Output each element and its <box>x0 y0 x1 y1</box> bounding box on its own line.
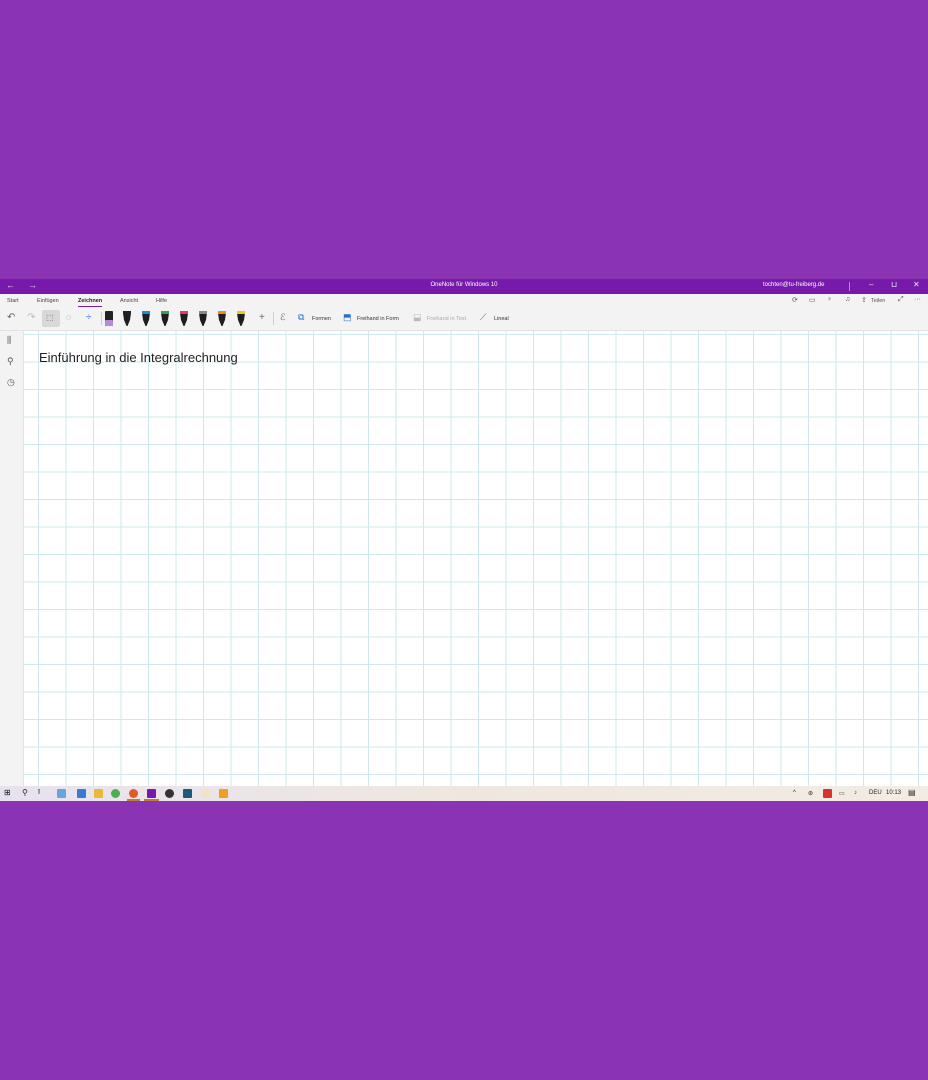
undo-icon[interactable]: ↶ <box>7 312 15 323</box>
pen-orange-icon[interactable] <box>218 311 226 326</box>
app-orange-icon[interactable] <box>219 789 228 798</box>
lightbulb-icon[interactable]: ♀ <box>827 296 832 303</box>
toolbar-divider <box>273 312 274 325</box>
ruler-button[interactable]: Lineal <box>494 316 509 322</box>
share-button[interactable]: Teilen <box>871 298 885 304</box>
page-canvas[interactable]: Einführung in die Integralrechnung <box>24 331 928 786</box>
ink-to-shape-button[interactable]: Freihand in Form <box>357 316 399 322</box>
close-button[interactable]: ✕ <box>913 280 920 289</box>
highlighter-pink-icon[interactable] <box>180 311 188 326</box>
add-pen-icon[interactable]: + <box>259 312 265 323</box>
ink-to-text-button: Freihand in Text <box>427 316 467 322</box>
chrome-icon[interactable] <box>111 789 120 798</box>
ribbon-tabs: Start Einfügen Zeichnen Ansicht Hilfe ⟳ … <box>0 294 928 307</box>
pen-palette <box>123 311 245 326</box>
title-bar: ← → OneNote für Windows 10 tochten@tu-fr… <box>0 279 928 294</box>
shapes-button[interactable]: Formen <box>312 316 331 322</box>
tray-app-icon[interactable]: ⊛ <box>808 790 813 797</box>
pen-yellow-icon[interactable] <box>237 311 245 326</box>
insert-space-icon[interactable]: ÷ <box>86 312 92 323</box>
firefox-icon[interactable] <box>129 789 138 798</box>
network-icon[interactable]: ▭ <box>839 790 845 797</box>
task-view-icon[interactable]: ⫾ <box>38 789 40 796</box>
recent-clock-icon[interactable]: ◷ <box>7 377 15 388</box>
notifications-icon[interactable]: ▤ <box>908 788 916 797</box>
pen-green-icon[interactable] <box>161 311 169 326</box>
ink-to-shape-icon[interactable]: ⬒ <box>343 312 352 323</box>
toolbar-divider <box>101 312 102 325</box>
ruler-icon[interactable]: ⟋ <box>480 312 486 323</box>
notebooks-icon[interactable]: ⫼ <box>7 335 11 346</box>
expand-icon[interactable]: ⤢ <box>898 296 904 304</box>
notebook-icon[interactable]: ▭ <box>809 296 816 304</box>
tray-chevron-icon[interactable]: ^ <box>793 790 796 796</box>
pen-blue-icon[interactable] <box>142 311 150 326</box>
account-email[interactable]: tochten@tu-freiberg.de <box>763 282 824 288</box>
app-light-icon[interactable] <box>201 789 210 798</box>
windows-start-icon[interactable]: ⊞ <box>4 788 11 797</box>
teams-icon[interactable] <box>77 789 86 798</box>
shapes-icon[interactable]: ⧉ <box>298 312 304 323</box>
pencil-gray-icon[interactable] <box>199 311 207 326</box>
search-icon[interactable]: ⚲ <box>7 356 14 367</box>
volume-icon[interactable]: ♪ <box>854 790 857 796</box>
acrobat-tray-icon[interactable] <box>823 789 832 798</box>
tab-hilfe[interactable]: Hilfe <box>156 298 167 304</box>
draw-toolbar: ↶ ↷ ⬚ ◌ ÷ + ℰ ⧉ Formen ⬒ Freihand in For… <box>0 307 928 331</box>
left-navigation-rail: ⫼ ⚲ ◷ <box>0 331 24 786</box>
app-dark-circle-icon[interactable] <box>165 789 174 798</box>
pen-black-icon[interactable] <box>123 311 131 326</box>
onenote-app-icon[interactable] <box>147 789 156 798</box>
tab-zeichnen[interactable]: Zeichnen <box>78 298 103 307</box>
redo-icon[interactable]: ↷ <box>27 312 35 323</box>
share-icon[interactable]: ⇪ <box>861 296 867 304</box>
tab-ansicht[interactable]: Ansicht <box>120 298 138 304</box>
edge-icon[interactable] <box>57 789 66 798</box>
ink-to-text-icon: ⬓ <box>413 312 422 322</box>
bell-icon[interactable]: ♫ <box>845 296 850 303</box>
title-separator <box>849 282 850 291</box>
explorer-folder-icon[interactable] <box>94 789 103 798</box>
language-indicator[interactable]: DEU <box>869 790 882 796</box>
more-icon[interactable]: ··· <box>914 296 921 303</box>
lasso-add-icon[interactable]: ◌ <box>66 312 71 322</box>
tab-start[interactable]: Start <box>7 298 19 304</box>
search-icon[interactable]: ⚲ <box>22 788 28 797</box>
ink-replay-icon[interactable]: ℰ <box>280 312 285 323</box>
sync-icon[interactable]: ⟳ <box>792 296 798 304</box>
windows-taskbar: ⊞ ⚲ ⫾ ^ ⊛ ▭ ♪ DEU 10:13 ▤ <box>0 786 928 801</box>
restore-button[interactable]: ⊔ <box>891 280 897 289</box>
eraser-icon[interactable] <box>104 310 114 327</box>
minimize-button[interactable]: – <box>869 280 873 289</box>
active-indicator <box>127 799 140 801</box>
app-dark-square-icon[interactable] <box>183 789 192 798</box>
active-indicator <box>144 799 159 801</box>
tab-einfuegen[interactable]: Einfügen <box>37 298 59 304</box>
page-title[interactable]: Einführung in die Integralrechnung <box>39 350 238 365</box>
clock[interactable]: 10:13 <box>886 790 901 796</box>
onenote-window: ← → OneNote für Windows 10 tochten@tu-fr… <box>0 279 928 801</box>
lasso-select-icon[interactable]: ⬚ <box>46 313 54 322</box>
